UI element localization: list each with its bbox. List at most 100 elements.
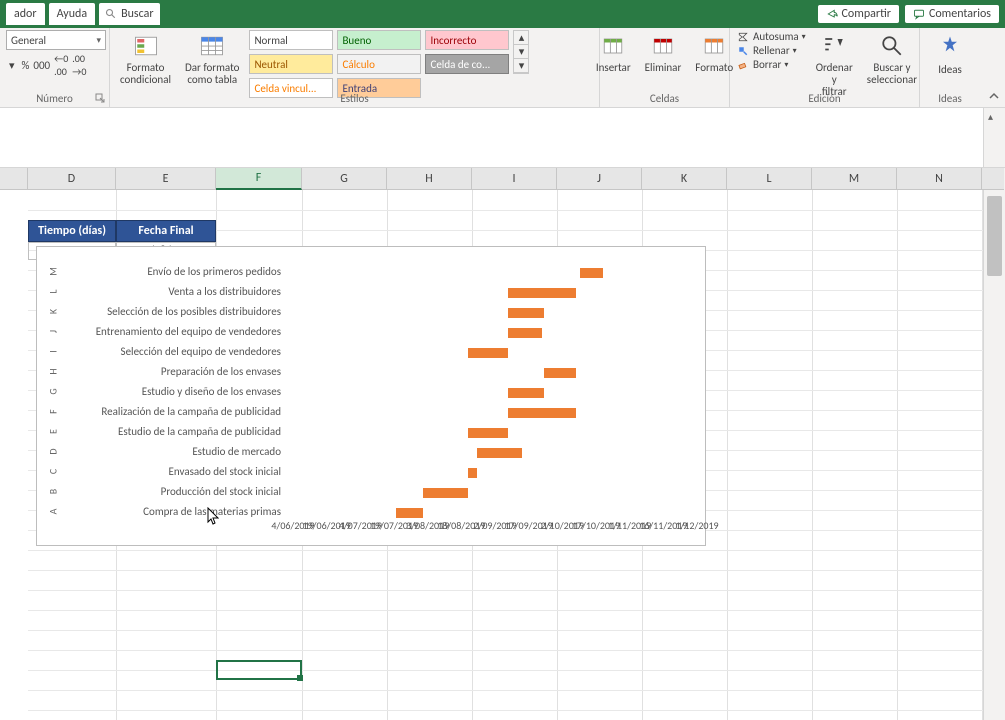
share-label: Compartir xyxy=(842,7,891,21)
find-icon xyxy=(878,32,906,60)
formula-bar-area: ▴ xyxy=(0,108,1005,168)
style-calculo[interactable]: Cálculo xyxy=(337,54,421,74)
chart-bar xyxy=(468,428,508,438)
style-celda[interactable]: Celda de co... xyxy=(425,54,509,74)
style-gallery-scroll[interactable]: ▴ ▾ ▾ xyxy=(513,30,529,74)
chart-category-label: ISelección del equipo de vendedores xyxy=(45,341,285,361)
conditional-formatting-button[interactable]: Formato condicional xyxy=(116,30,175,88)
chart-category-label: MEnvío de los primeros pedidos xyxy=(45,261,285,281)
formula-bar-scroll[interactable]: ▴ xyxy=(983,108,1005,167)
chart-bar xyxy=(508,308,544,318)
table-header-fecha: Fecha Final xyxy=(116,220,216,242)
autosum-button[interactable]: Autosuma▾ xyxy=(736,30,806,43)
search-placeholder: Buscar xyxy=(121,7,153,21)
scrollbar-thumb[interactable] xyxy=(987,196,1002,276)
chart-bar xyxy=(396,508,423,518)
group-cells: Insertar Eliminar Formato Celdas xyxy=(600,28,730,107)
column-header-F[interactable]: F xyxy=(216,168,302,190)
chart-category-label: JEntrenamiento del equipo de vendedores xyxy=(45,321,285,341)
column-headers[interactable]: DEFGHIJKLMN xyxy=(0,168,1005,190)
delete-cells-button[interactable]: Eliminar xyxy=(641,30,686,76)
comma-button[interactable]: 000 xyxy=(33,59,50,72)
group-editing-label: Edición xyxy=(808,92,840,105)
ribbon-tab-fragment[interactable]: ador xyxy=(6,3,45,25)
sort-filter-button[interactable]: Ordenar y filtrar xyxy=(812,30,857,100)
chart-category-label: GEstudio y diseño de los envases xyxy=(45,381,285,401)
ribbon-tab-ayuda[interactable]: Ayuda xyxy=(49,3,96,25)
share-icon xyxy=(826,8,838,20)
group-styles: Formato condicional Dar formato como tab… xyxy=(110,28,600,107)
tell-me-search[interactable]: Buscar xyxy=(99,3,159,25)
chart-bar xyxy=(508,328,542,338)
table-header-tiempo: Tiempo (días) xyxy=(28,220,116,242)
clear-button[interactable]: Borrar▾ xyxy=(736,58,806,71)
column-header-G[interactable]: G xyxy=(302,168,387,190)
style-incorrecto[interactable]: Incorrecto xyxy=(425,30,509,50)
active-cell[interactable] xyxy=(216,660,302,680)
column-header-E[interactable]: E xyxy=(116,168,216,190)
style-normal[interactable]: Normal xyxy=(249,30,333,50)
group-styles-label: Estilos xyxy=(340,92,368,105)
gallery-more-icon[interactable]: ▾ xyxy=(514,59,528,73)
column-header-N[interactable]: N xyxy=(897,168,982,190)
conditional-formatting-icon xyxy=(132,32,160,60)
chart-category-label: LVenta a los distribuidores xyxy=(45,281,285,301)
sigma-icon xyxy=(736,31,750,43)
column-header-K[interactable]: K xyxy=(642,168,727,190)
autosum-label: Autosuma xyxy=(753,30,799,43)
collapse-ribbon-icon[interactable] xyxy=(987,89,1001,103)
fill-label: Rellenar xyxy=(753,44,790,57)
column-header-L[interactable]: L xyxy=(727,168,812,190)
format-as-table-icon xyxy=(198,32,226,60)
group-ideas: Ideas Ideas xyxy=(920,28,980,107)
column-header-D[interactable]: D xyxy=(28,168,116,190)
chart-category-label: FRealización de la campaña de publicidad xyxy=(45,401,285,421)
ribbon: General ▾ % 000 ←0.00 .00→0 Número Forma… xyxy=(0,28,1005,108)
column-header-J[interactable]: J xyxy=(557,168,642,190)
chart-bar xyxy=(477,448,522,458)
percent-button[interactable]: % xyxy=(22,59,30,72)
comments-button[interactable]: Comentarios xyxy=(905,5,999,23)
column-header-H[interactable]: H xyxy=(387,168,472,190)
number-format-value: General xyxy=(11,34,46,47)
accounting-format-button[interactable]: ▾ xyxy=(6,57,18,74)
chart-category-label: BProducción del stock inicial xyxy=(45,481,285,501)
chart-x-tick: 1/12/2019 xyxy=(675,519,718,532)
decrease-decimal-button[interactable]: .00→0 xyxy=(72,52,86,78)
column-header-I[interactable]: I xyxy=(472,168,557,190)
number-format-combo[interactable]: General xyxy=(6,30,106,50)
vertical-scrollbar[interactable] xyxy=(983,190,1005,720)
fill-icon xyxy=(736,45,750,57)
style-bueno[interactable]: Bueno xyxy=(337,30,421,50)
chart-category-label: EEstudio de la campaña de publicidad xyxy=(45,421,285,441)
gallery-down-icon[interactable]: ▾ xyxy=(514,45,528,59)
column-header-M[interactable]: M xyxy=(812,168,897,190)
chart-category-label: ACompra de las materias primas xyxy=(45,501,285,521)
increase-decimal-button[interactable]: ←0.00 xyxy=(54,52,68,78)
format-as-table-button[interactable]: Dar formato como tabla xyxy=(181,30,243,88)
eraser-icon xyxy=(736,59,750,71)
clear-label: Borrar xyxy=(753,58,781,71)
group-editing: Autosuma▾ Rellenar▾ Borrar▾ Ordenar y fi… xyxy=(730,28,920,107)
gallery-up-icon[interactable]: ▴ xyxy=(514,31,528,45)
find-select-button[interactable]: Buscar y seleccionar xyxy=(863,30,921,88)
gantt-chart[interactable]: MEnvío de los primeros pedidosLVenta a l… xyxy=(36,246,706,546)
ideas-button[interactable]: Ideas xyxy=(932,30,968,78)
worksheet-grid[interactable]: Tiempo (días) Fecha Final 12 13/08/2019 … xyxy=(0,190,1005,720)
format-as-table-label: Dar formato como tabla xyxy=(185,62,239,86)
share-button[interactable]: Compartir xyxy=(818,5,899,23)
format-icon xyxy=(700,32,728,60)
insert-cells-button[interactable]: Insertar xyxy=(592,30,635,76)
chart-bar xyxy=(468,468,477,478)
dialog-launcher-icon[interactable] xyxy=(95,93,105,103)
chart-category-label: DEstudio de mercado xyxy=(45,441,285,461)
style-neutral[interactable]: Neutral xyxy=(249,54,333,74)
delete-icon xyxy=(649,32,677,60)
cell-styles-gallery[interactable]: Normal Bueno Incorrecto Neutral Cálculo … xyxy=(249,30,511,100)
group-cells-label: Celdas xyxy=(650,92,679,105)
fill-button[interactable]: Rellenar▾ xyxy=(736,44,806,57)
chart-bar xyxy=(468,348,508,358)
conditional-formatting-label: Formato condicional xyxy=(120,62,171,86)
chart-category-label: CEnvasado del stock inicial xyxy=(45,461,285,481)
select-all-corner[interactable] xyxy=(0,168,28,190)
